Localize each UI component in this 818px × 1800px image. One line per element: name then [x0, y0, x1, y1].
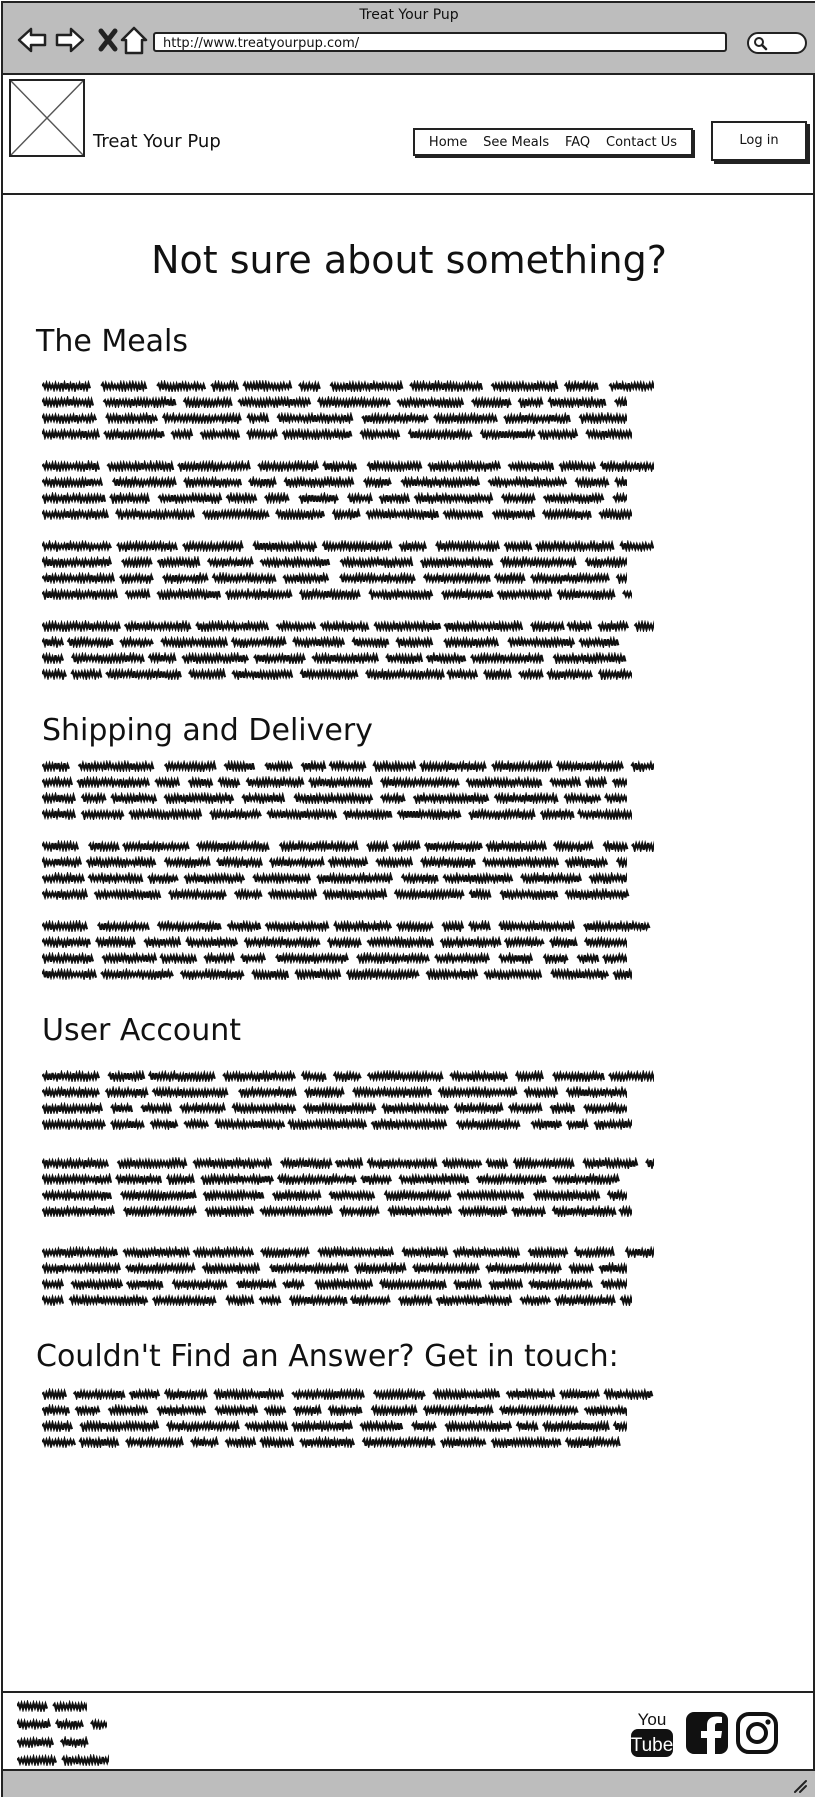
placeholder-text-line	[42, 652, 654, 668]
meals-paragraph-4	[42, 620, 654, 684]
logo-placeholder-image	[9, 79, 85, 157]
placeholder-text-line	[42, 1246, 654, 1262]
placeholder-text-line	[42, 636, 654, 652]
window-title: Treat Your Pup	[359, 7, 459, 23]
footer-link-3[interactable]	[16, 1733, 109, 1751]
nav-home[interactable]: Home	[429, 135, 467, 150]
section-heading-meals: The Meals	[36, 324, 189, 359]
contact-paragraph-1	[42, 1388, 654, 1452]
browser-status-bar	[3, 1769, 815, 1797]
placeholder-text-line	[42, 572, 654, 588]
placeholder-text-line	[42, 872, 654, 888]
placeholder-text-line	[42, 936, 654, 952]
placeholder-text-line	[42, 760, 654, 776]
placeholder-text-line	[42, 1436, 654, 1452]
site-footer: You Tube	[3, 1691, 815, 1771]
placeholder-text-line	[42, 1157, 654, 1173]
placeholder-text-line	[42, 888, 654, 904]
browser-chrome: Treat Your Pup http://www.treatyourpup.c…	[3, 3, 815, 75]
section-heading-shipping: Shipping and Delivery	[42, 713, 373, 748]
placeholder-text-line	[42, 668, 654, 684]
shipping-paragraph-1	[42, 760, 654, 824]
address-bar[interactable]: http://www.treatyourpup.com/	[153, 32, 727, 52]
placeholder-text-line	[42, 396, 654, 412]
meals-paragraph-1	[42, 380, 654, 444]
account-paragraph-2	[42, 1157, 654, 1221]
meals-paragraph-3	[42, 540, 654, 604]
youtube-icon-bottom-text: Tube	[631, 1735, 674, 1756]
login-button[interactable]: Log in	[711, 121, 807, 161]
placeholder-text-line	[42, 1070, 654, 1086]
placeholder-text-line	[42, 428, 654, 444]
placeholder-text-line	[42, 476, 654, 492]
section-heading-account: User Account	[42, 1013, 242, 1048]
placeholder-text-line	[42, 1102, 654, 1118]
placeholder-text-line	[42, 556, 654, 572]
shipping-paragraph-3	[42, 920, 654, 984]
placeholder-text-line	[42, 1189, 654, 1205]
account-paragraph-3	[42, 1246, 654, 1310]
site-header: Treat Your Pup Home See Meals FAQ Contac…	[3, 73, 815, 195]
placeholder-text-line	[42, 1294, 654, 1310]
placeholder-text-line	[42, 460, 654, 476]
resize-grip-icon[interactable]	[791, 1777, 807, 1793]
placeholder-text-line	[42, 808, 654, 824]
footer-links	[16, 1697, 112, 1769]
nav-see-meals[interactable]: See Meals	[483, 135, 549, 150]
youtube-icon-top-text: You	[638, 1710, 667, 1729]
footer-link-4[interactable]	[16, 1751, 112, 1769]
placeholder-text-line	[42, 1118, 654, 1134]
nav-faq[interactable]: FAQ	[565, 135, 590, 150]
placeholder-text-line	[42, 620, 654, 636]
account-paragraph-1	[42, 1070, 654, 1134]
placeholder-text-line	[42, 380, 654, 396]
youtube-icon[interactable]: You Tube	[629, 1709, 675, 1759]
shipping-paragraph-2	[42, 840, 654, 904]
placeholder-text-line	[42, 792, 654, 808]
placeholder-text-line	[42, 1086, 654, 1102]
placeholder-text-line	[42, 1278, 654, 1294]
main-nav: Home See Meals FAQ Contact Us	[413, 128, 693, 156]
placeholder-text-line	[42, 1262, 654, 1278]
placeholder-text-line	[42, 492, 654, 508]
footer-link-2[interactable]	[16, 1715, 110, 1733]
nav-contact-us[interactable]: Contact Us	[606, 135, 677, 150]
placeholder-text-line	[42, 968, 654, 984]
placeholder-text-line	[42, 856, 654, 872]
page-title: Not sure about something?	[151, 238, 667, 282]
home-icon[interactable]	[117, 23, 151, 57]
placeholder-text-line	[42, 952, 654, 968]
placeholder-text-line	[42, 1173, 654, 1189]
placeholder-text-line	[42, 588, 654, 604]
back-arrow-icon[interactable]	[15, 23, 49, 57]
meals-paragraph-2	[42, 460, 654, 524]
placeholder-text-line	[42, 1388, 654, 1404]
placeholder-text-line	[42, 508, 654, 524]
brand-name: Treat Your Pup	[93, 131, 221, 152]
placeholder-text-line	[42, 1404, 654, 1420]
placeholder-text-line	[42, 1205, 654, 1221]
placeholder-text-line	[42, 412, 654, 428]
placeholder-text-line	[42, 540, 654, 556]
browser-search-field[interactable]	[747, 32, 807, 54]
forward-arrow-icon[interactable]	[53, 23, 87, 57]
search-icon	[754, 37, 768, 51]
instagram-icon[interactable]	[735, 1711, 779, 1755]
footer-link-1[interactable]	[16, 1697, 109, 1715]
placeholder-text-line	[42, 920, 654, 936]
facebook-icon[interactable]	[685, 1711, 729, 1755]
section-heading-contact: Couldn't Find an Answer? Get in touch:	[36, 1339, 619, 1374]
placeholder-text-line	[42, 840, 654, 856]
placeholder-text-line	[42, 1420, 654, 1436]
placeholder-text-line	[42, 776, 654, 792]
